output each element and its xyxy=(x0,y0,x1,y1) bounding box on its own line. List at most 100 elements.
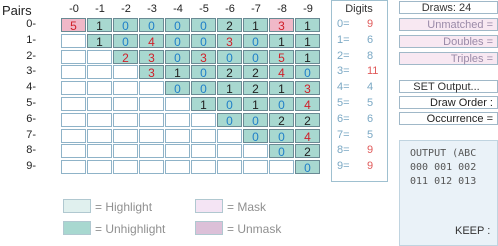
pair-cell[interactable]: 0 xyxy=(165,34,190,49)
pair-cell[interactable]: 2 xyxy=(113,50,138,65)
pair-cell[interactable]: 3 xyxy=(139,50,164,65)
pair-cell[interactable] xyxy=(87,160,112,174)
pair-cell[interactable] xyxy=(87,65,112,79)
pair-cell[interactable]: 0 xyxy=(165,50,190,65)
pair-cell[interactable] xyxy=(191,144,216,158)
pair-cell[interactable] xyxy=(87,97,112,111)
pair-cell[interactable] xyxy=(87,144,112,158)
pair-cell[interactable]: 0 xyxy=(269,129,294,144)
pair-cell[interactable]: 1 xyxy=(165,65,190,80)
pair-cell[interactable] xyxy=(113,65,138,79)
pair-cell[interactable] xyxy=(87,81,112,95)
pair-cell[interactable]: 2 xyxy=(243,81,268,96)
pair-cell[interactable]: 1 xyxy=(269,81,294,96)
pair-cell[interactable] xyxy=(165,129,190,143)
pair-cell[interactable] xyxy=(113,113,138,127)
pair-cell[interactable] xyxy=(139,81,164,95)
unmask-swatch[interactable] xyxy=(195,221,223,235)
pair-cell[interactable] xyxy=(61,34,86,48)
triples-field[interactable]: Triples = xyxy=(399,52,498,65)
pair-cell[interactable]: 1 xyxy=(269,34,294,49)
pair-cell[interactable]: 0 xyxy=(191,34,216,49)
pair-cell[interactable] xyxy=(217,129,242,143)
pair-cell[interactable]: 0 xyxy=(113,34,138,49)
pair-cell[interactable] xyxy=(61,65,86,79)
draw-order-field[interactable]: Draw Order : xyxy=(399,96,498,109)
pair-cell[interactable]: 0 xyxy=(269,97,294,112)
pair-cell[interactable] xyxy=(191,113,216,127)
pair-cell[interactable] xyxy=(61,81,86,95)
pair-cell[interactable]: 0 xyxy=(217,97,242,112)
pair-cell[interactable]: 1 xyxy=(295,18,320,33)
pair-cell[interactable] xyxy=(139,144,164,158)
doubles-field[interactable]: Doubles = xyxy=(399,35,498,48)
pair-cell[interactable]: 0 xyxy=(243,34,268,49)
highlight-swatch[interactable] xyxy=(63,199,91,213)
pair-cell[interactable]: 4 xyxy=(269,65,294,80)
pair-cell[interactable]: 1 xyxy=(217,81,242,96)
pair-cell[interactable]: 0 xyxy=(165,81,190,96)
pair-cell[interactable] xyxy=(113,160,138,174)
pair-cell[interactable]: 0 xyxy=(295,160,320,175)
pair-cell[interactable] xyxy=(191,160,216,174)
pair-cell[interactable] xyxy=(165,113,190,127)
pair-cell[interactable]: 0 xyxy=(243,113,268,128)
pair-cell[interactable]: 2 xyxy=(295,113,320,128)
pair-cell[interactable]: 3 xyxy=(295,81,320,96)
pair-cell[interactable]: 0 xyxy=(217,113,242,128)
pair-cell[interactable] xyxy=(139,160,164,174)
pair-cell[interactable] xyxy=(165,97,190,111)
pair-cell[interactable] xyxy=(61,97,86,111)
pair-cell[interactable] xyxy=(165,160,190,174)
pair-cell[interactable]: 3 xyxy=(269,18,294,33)
pair-cell[interactable]: 1 xyxy=(243,97,268,112)
pair-cell[interactable]: 2 xyxy=(295,144,320,159)
pair-cell[interactable]: 4 xyxy=(139,34,164,49)
pair-cell[interactable]: 3 xyxy=(139,65,164,80)
pair-cell[interactable]: 1 xyxy=(295,34,320,49)
pair-cell[interactable]: 4 xyxy=(295,129,320,144)
pair-cell[interactable]: 0 xyxy=(113,18,138,33)
pair-cell[interactable]: 2 xyxy=(217,65,242,80)
pair-cell[interactable]: 5 xyxy=(269,50,294,65)
pair-cell[interactable]: 3 xyxy=(217,34,242,49)
unhighlight-swatch[interactable] xyxy=(63,221,91,235)
pair-cell[interactable] xyxy=(113,144,138,158)
pair-cell[interactable]: 0 xyxy=(243,129,268,144)
pair-cell[interactable] xyxy=(61,50,86,64)
pair-cell[interactable]: 0 xyxy=(295,65,320,80)
pair-cell[interactable] xyxy=(61,113,86,127)
occurrence-field[interactable]: Occurrence = xyxy=(399,112,498,125)
pair-cell[interactable] xyxy=(87,129,112,143)
pair-cell[interactable]: 1 xyxy=(87,34,112,49)
pair-cell[interactable] xyxy=(243,144,268,158)
pair-cell[interactable]: 0 xyxy=(191,65,216,80)
unmatched-field[interactable]: Unmatched = xyxy=(399,18,498,31)
pair-cell[interactable]: 5 xyxy=(61,18,86,33)
pair-cell[interactable] xyxy=(113,81,138,95)
pair-cell[interactable]: 0 xyxy=(165,18,190,33)
pair-cell[interactable]: 2 xyxy=(217,18,242,33)
pair-cell[interactable]: 3 xyxy=(191,50,216,65)
pair-cell[interactable]: 0 xyxy=(191,81,216,96)
pair-cell[interactable] xyxy=(113,129,138,143)
pair-cell[interactable] xyxy=(191,129,216,143)
set-output-button[interactable]: SET Output... xyxy=(399,80,498,93)
pair-cell[interactable]: 1 xyxy=(87,18,112,33)
pair-cell[interactable] xyxy=(217,160,242,174)
pair-cell[interactable]: 0 xyxy=(217,50,242,65)
pair-cell[interactable] xyxy=(139,97,164,111)
pair-cell[interactable]: 0 xyxy=(191,18,216,33)
pair-cell[interactable]: 0 xyxy=(139,18,164,33)
pair-cell[interactable]: 0 xyxy=(243,50,268,65)
pair-cell[interactable] xyxy=(61,160,86,174)
pair-cell[interactable] xyxy=(217,144,242,158)
pair-cell[interactable]: 0 xyxy=(269,144,294,159)
pair-cell[interactable] xyxy=(61,144,86,158)
pair-cell[interactable] xyxy=(113,97,138,111)
pair-cell[interactable]: 2 xyxy=(243,65,268,80)
pair-cell[interactable] xyxy=(165,144,190,158)
pair-cell[interactable]: 1 xyxy=(191,97,216,112)
mask-swatch[interactable] xyxy=(195,199,223,213)
pair-cell[interactable]: 4 xyxy=(295,97,320,112)
